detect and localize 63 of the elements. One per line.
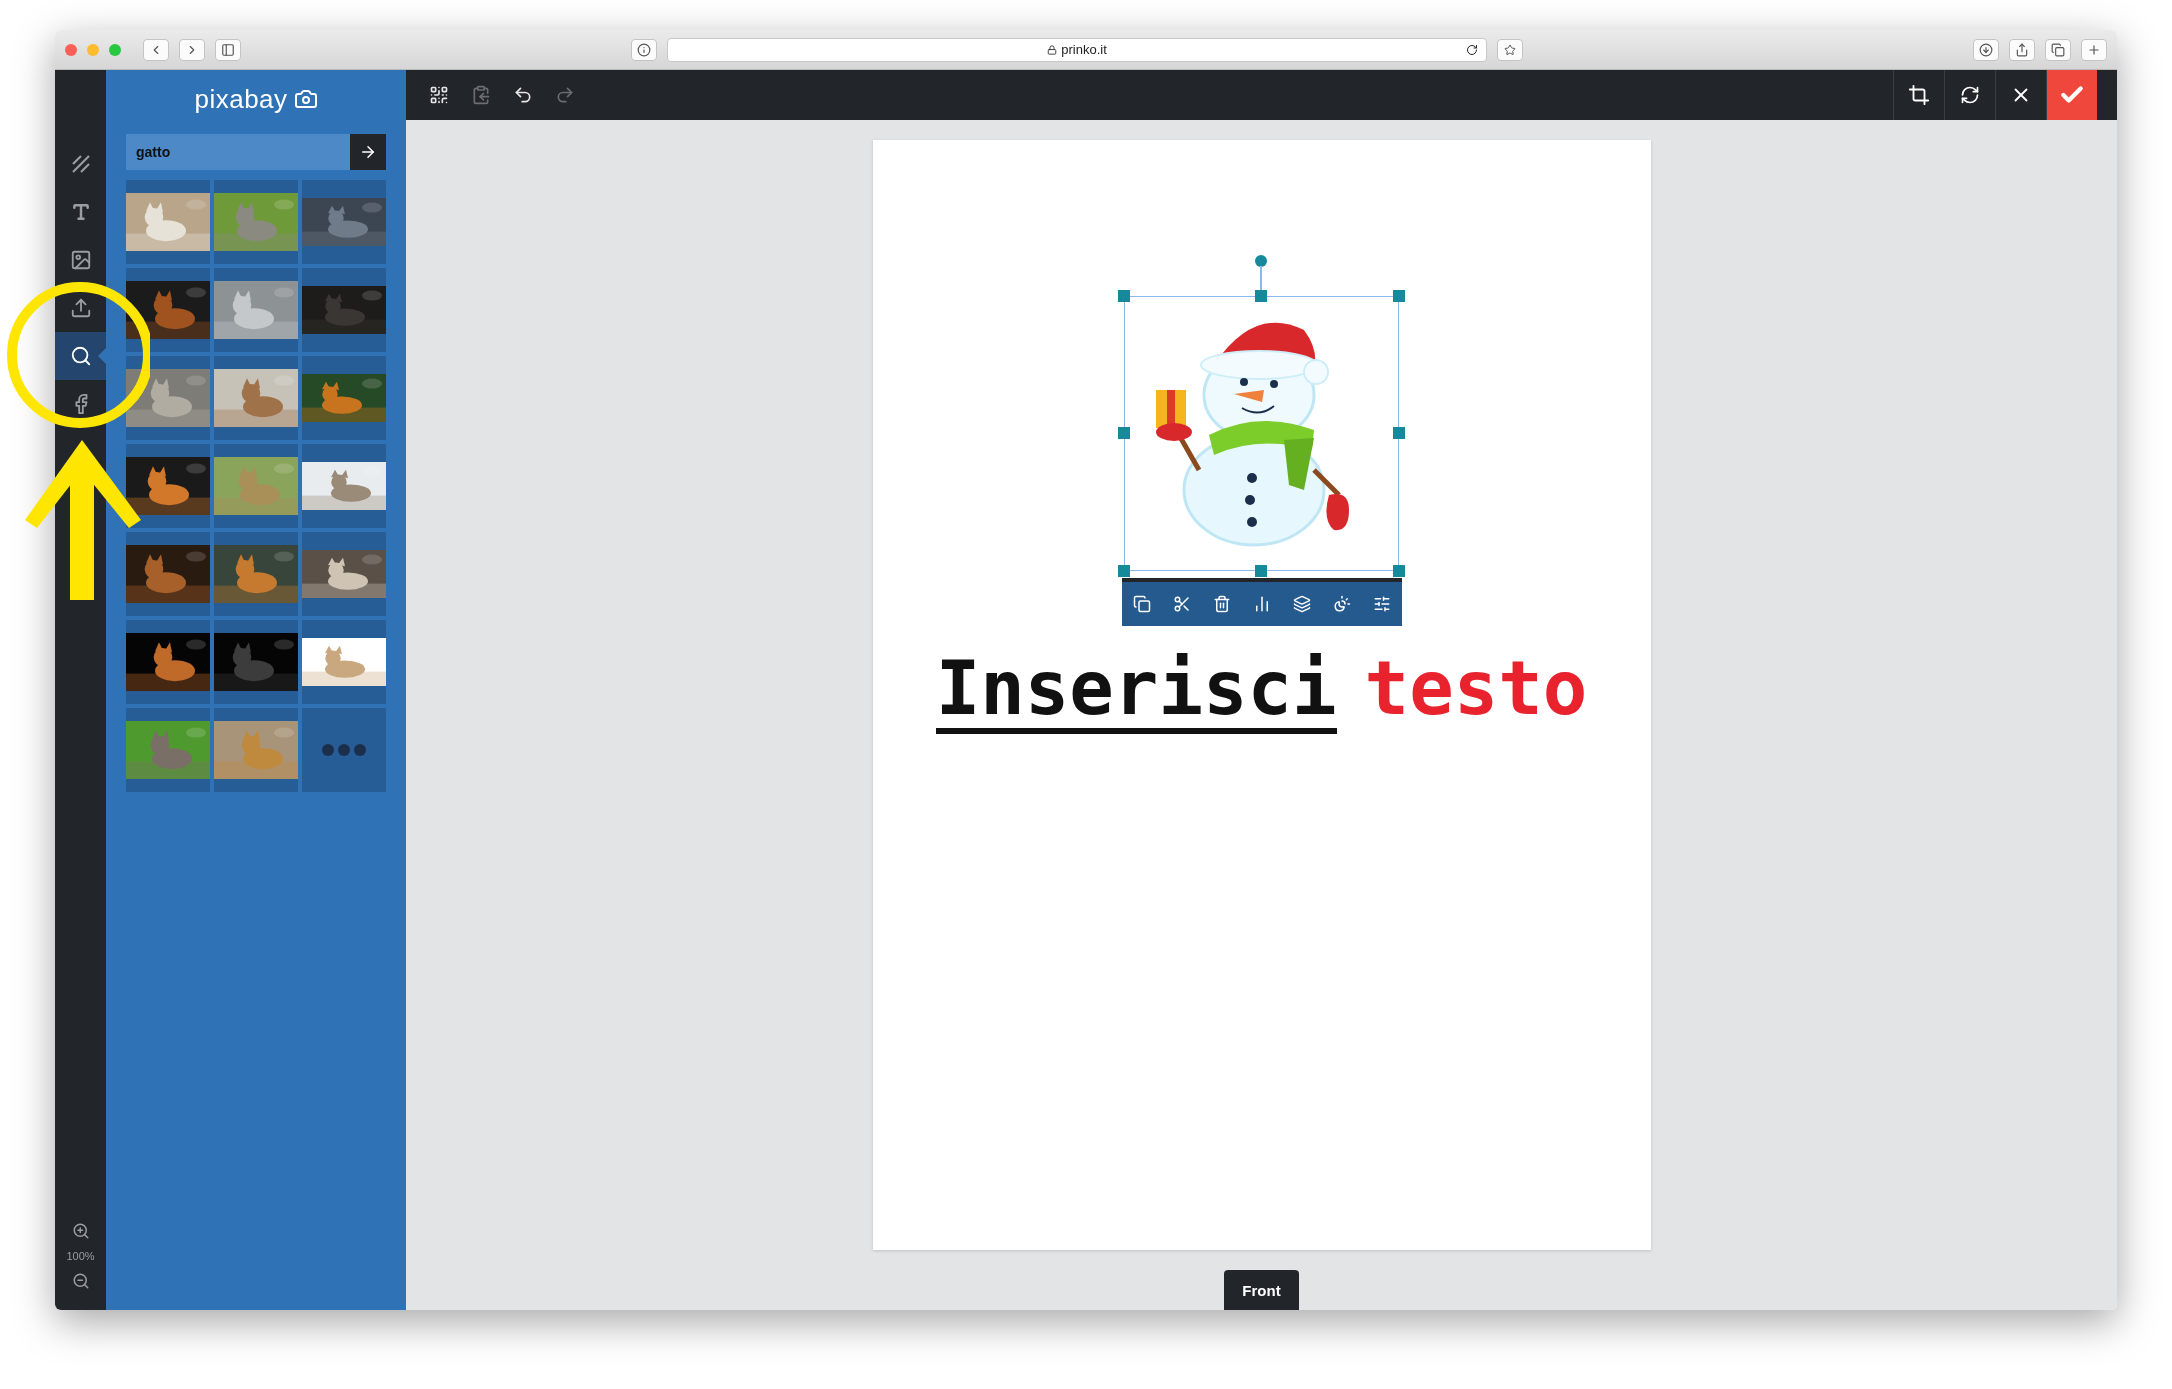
download-icon [1979, 42, 1993, 57]
plus-icon [2087, 42, 2101, 57]
arrow-right-icon [359, 143, 377, 161]
share-icon [2015, 42, 2029, 57]
logo-text: pixabay [194, 83, 288, 115]
search-field[interactable]: gatto [126, 134, 350, 170]
more-button[interactable] [302, 708, 386, 792]
resize-handle[interactable] [1118, 290, 1130, 302]
tabs-button[interactable] [2045, 38, 2071, 61]
refresh-icon [1960, 85, 1980, 105]
camera-icon [293, 87, 318, 111]
download-button[interactable] [1973, 38, 1999, 61]
reload-icon[interactable] [1466, 43, 1478, 56]
zoom-out-icon[interactable] [71, 1272, 90, 1290]
canvas-text[interactable]: Inserisci [935, 650, 1337, 734]
resize-handle[interactable] [1255, 290, 1267, 302]
redo-icon [555, 85, 575, 105]
selection-frame[interactable] [1124, 296, 1399, 571]
sidebar-icon [221, 42, 235, 57]
search-icon [69, 345, 92, 367]
resize-handle[interactable] [1118, 565, 1130, 577]
stripes-icon [70, 154, 91, 174]
info-icon [637, 42, 651, 57]
address-field[interactable]: prinko.it [667, 37, 1487, 62]
zoom-level: 100% [66, 1250, 95, 1262]
trash-icon [1212, 595, 1231, 613]
share-button[interactable] [2009, 38, 2035, 61]
star-icon [1504, 43, 1516, 56]
scissors-icon [1172, 595, 1191, 613]
canvas-text[interactable]: testo [1364, 650, 1588, 734]
resize-handle[interactable] [1118, 427, 1130, 439]
address-text: prinko.it [1061, 42, 1107, 57]
qr-code-icon [429, 85, 449, 105]
side-tab[interactable]: Front [1224, 1270, 1299, 1310]
text-icon [70, 202, 91, 222]
back-button[interactable] [143, 38, 169, 61]
info-button[interactable] [631, 38, 657, 61]
copy-icon [1132, 595, 1151, 613]
contrast-icon [1332, 595, 1351, 613]
sidebar-button[interactable] [215, 38, 241, 61]
sidebar-item[interactable] [55, 332, 106, 380]
image-icon [69, 249, 92, 271]
new-tab-button[interactable] [2081, 38, 2107, 61]
lock-icon [1047, 44, 1058, 55]
resize-handle[interactable] [1393, 290, 1405, 302]
resize-handle[interactable] [1393, 565, 1405, 577]
resize-handle[interactable] [1393, 427, 1405, 439]
tabs-icon [2051, 42, 2065, 57]
search-button[interactable] [350, 134, 386, 170]
bookmark-button[interactable] [1497, 38, 1523, 61]
forward-button[interactable] [179, 38, 205, 61]
close-control[interactable] [65, 43, 77, 56]
dots-icon [322, 744, 366, 756]
undo-icon [513, 85, 533, 105]
layers-icon [1292, 595, 1311, 613]
confirm-button[interactable] [2046, 70, 2097, 120]
crop-icon [1908, 84, 1930, 106]
rotate-handle[interactable] [1254, 254, 1268, 290]
zoom-in-icon[interactable] [71, 1222, 90, 1240]
clipboard-icon [471, 85, 491, 105]
resize-handle[interactable] [1255, 565, 1267, 577]
sliders-icon [1372, 595, 1391, 613]
upload-icon [69, 297, 92, 319]
